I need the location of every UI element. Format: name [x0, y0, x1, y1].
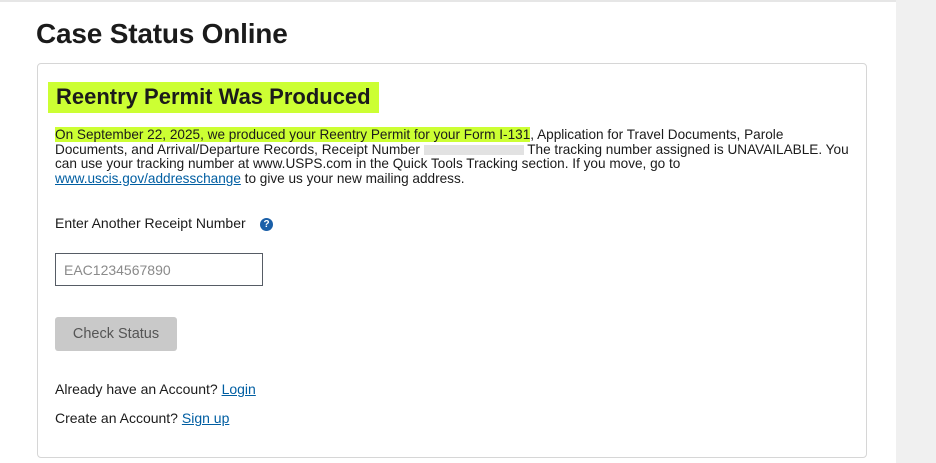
login-prompt: Already have an Account? Login: [55, 381, 256, 397]
signup-prompt-text: Create an Account?: [55, 410, 182, 426]
case-status-description: On September 22, 2025, we produced your …: [55, 127, 855, 186]
address-change-link[interactable]: www.uscis.gov/addresschange: [55, 171, 241, 186]
signup-prompt: Create an Account? Sign up: [55, 410, 229, 426]
login-link[interactable]: Login: [222, 381, 256, 397]
right-gutter: [896, 0, 936, 463]
top-divider: [0, 0, 896, 2]
receipt-number-label: Enter Another Receipt Number: [55, 215, 246, 231]
highlighted-status-text: On September 22, 2025, we produced your …: [55, 127, 531, 142]
help-question-icon[interactable]: ?: [260, 218, 273, 231]
status-text-part-3: to give us your new mailing address.: [240, 170, 465, 186]
signup-link[interactable]: Sign up: [182, 410, 229, 426]
page-title: Case Status Online: [36, 18, 288, 49]
check-status-button[interactable]: Check Status: [55, 317, 177, 351]
redacted-receipt-number: [423, 144, 524, 155]
login-prompt-text: Already have an Account?: [55, 381, 222, 397]
case-status-title: Reentry Permit Was Produced: [48, 82, 379, 113]
receipt-number-input[interactable]: [55, 253, 263, 286]
